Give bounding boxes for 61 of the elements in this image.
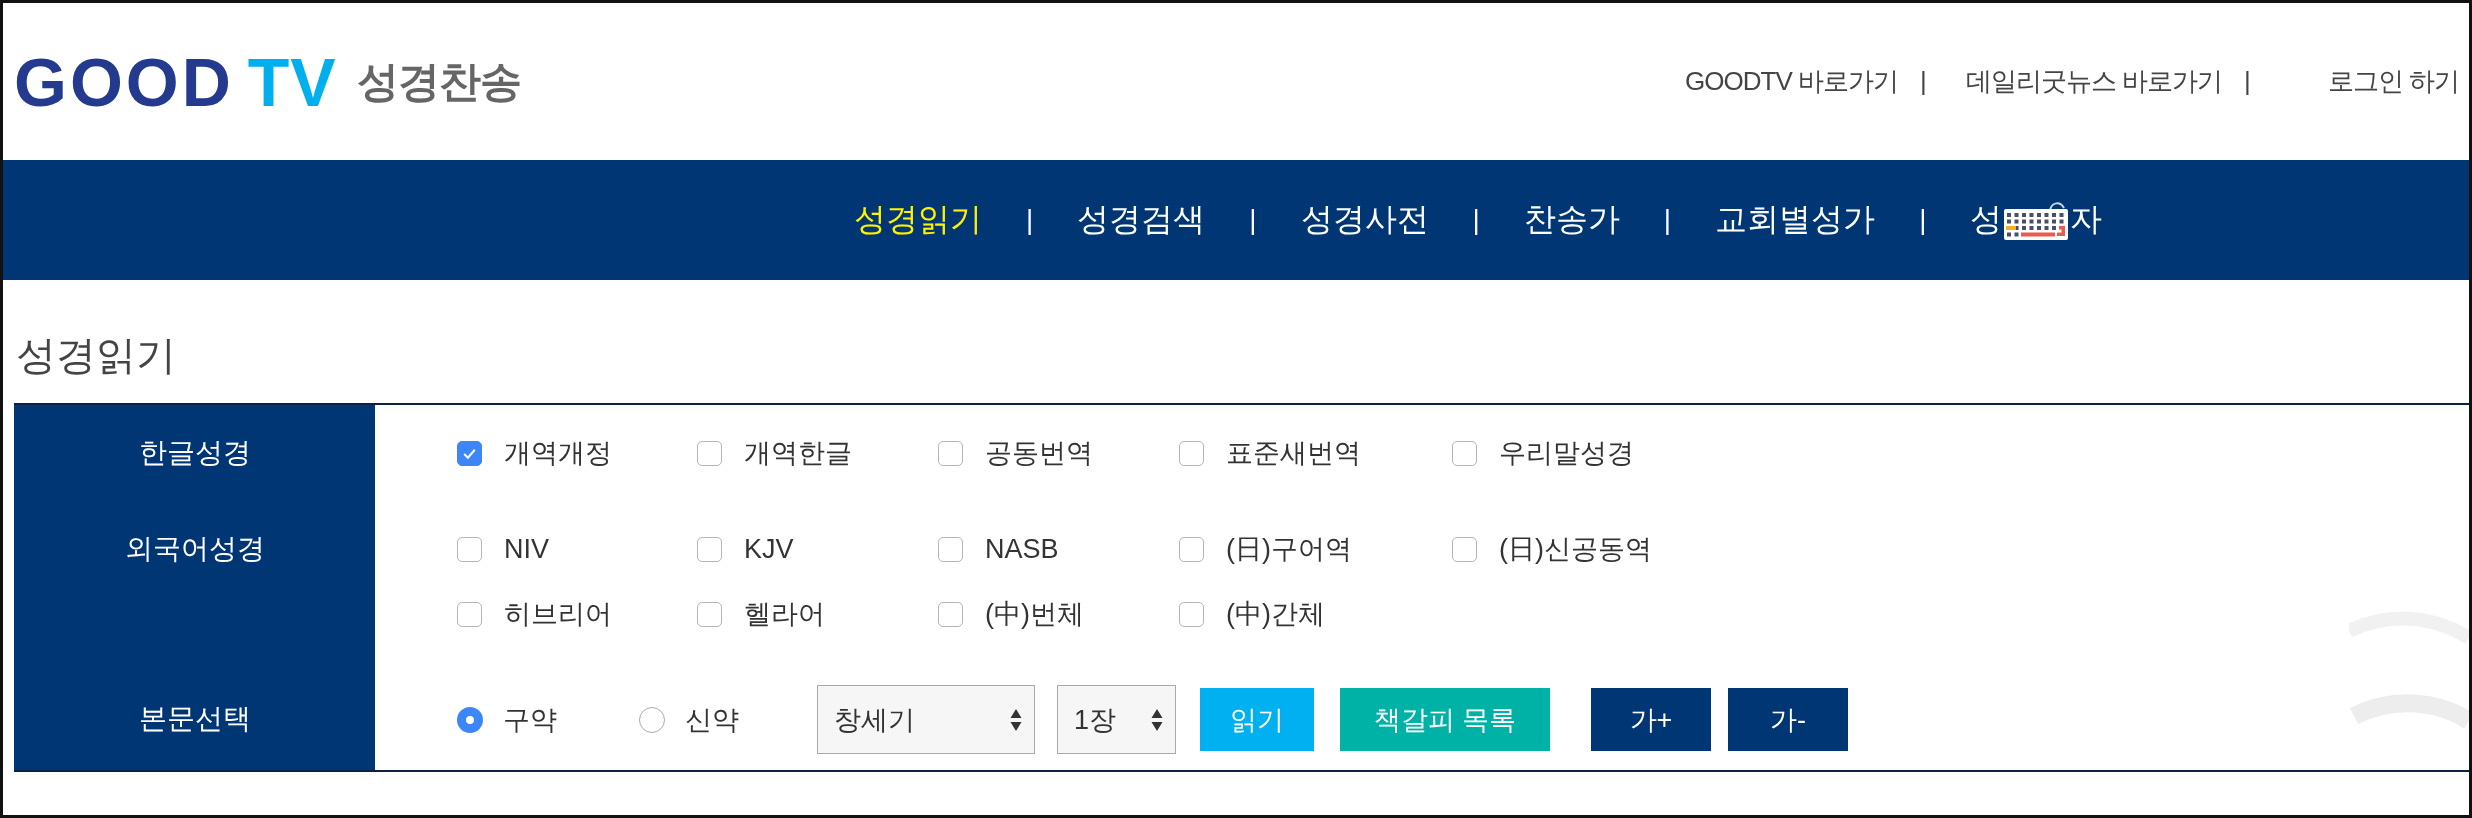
checkbox-label[interactable]: (中)간체 <box>1226 596 1325 632</box>
checkbox-label[interactable]: 헬라어 <box>744 596 825 632</box>
radio-button[interactable] <box>639 706 665 733</box>
nav-link[interactable]: 찬송가 <box>1523 198 1620 242</box>
checkbox[interactable] <box>457 601 482 627</box>
checkbox-label[interactable]: KJV <box>744 533 794 565</box>
checkbox-label[interactable]: NASB <box>985 533 1059 565</box>
header-link[interactable]: 로그인 하기 <box>2327 64 2459 99</box>
row-header: 한글성경 <box>14 405 375 501</box>
keyboard-icon <box>2004 200 2069 240</box>
checkbox[interactable] <box>457 440 482 466</box>
page-title: 성경읽기 <box>15 332 177 379</box>
checkbox[interactable] <box>697 536 722 562</box>
link-divider: | <box>2244 66 2250 97</box>
checkbox-label[interactable]: (中)번체 <box>985 596 1084 632</box>
checkbox-label[interactable]: (日)구어역 <box>1226 531 1352 567</box>
checkbox[interactable] <box>697 440 722 466</box>
checkbox[interactable] <box>697 601 722 627</box>
nav-link[interactable]: 성경읽기 <box>854 198 982 242</box>
checkbox-label[interactable]: 공동번역 <box>985 435 1093 471</box>
header-link[interactable]: GOODTV 바로가기 <box>1685 64 1898 99</box>
updown-arrows-icon <box>1010 707 1022 732</box>
radio-label[interactable]: 구약 <box>503 701 557 738</box>
radio-label[interactable]: 신약 <box>685 701 739 738</box>
nav-divider: | <box>1249 204 1257 236</box>
row-header: 외국어성경 <box>14 501 375 668</box>
dropdown-select[interactable]: 창세기 <box>817 685 1035 754</box>
checkbox-label[interactable]: (日)신공동역 <box>1499 531 1652 567</box>
checkbox-label[interactable]: 표준새번역 <box>1226 435 1361 471</box>
checkbox-label[interactable]: 히브리어 <box>504 596 612 632</box>
header-link[interactable]: 데일리굿뉴스 바로가기 <box>1965 64 2222 99</box>
action-button[interactable]: 가+ <box>1591 688 1711 751</box>
checkbox[interactable] <box>1179 440 1204 466</box>
checkbox[interactable] <box>938 601 963 627</box>
nav-link[interactable]: 성경검색 <box>1077 198 1206 242</box>
action-button[interactable]: 가- <box>1728 688 1848 751</box>
brand-logo[interactable]: GOOD TV <box>14 47 337 116</box>
checkbox[interactable] <box>1179 601 1204 627</box>
row-header: 본문선택 <box>14 668 375 770</box>
dropdown-select[interactable]: 1장 <box>1057 685 1176 754</box>
updown-arrows-icon <box>1151 707 1163 732</box>
radio-button[interactable] <box>457 706 483 733</box>
nav-divider: | <box>1026 204 1034 236</box>
nav-link[interactable]: 성경사전 <box>1300 198 1429 242</box>
checkbox-label[interactable]: 개역한글 <box>744 435 852 471</box>
checkbox[interactable] <box>1452 440 1477 466</box>
checkbox[interactable] <box>938 536 963 562</box>
nav-divider: | <box>1663 204 1672 236</box>
nav-divider: | <box>1919 204 1927 236</box>
nav-link[interactable]: 성 자 <box>1970 198 2103 242</box>
checkbox-label[interactable]: NIV <box>504 533 549 565</box>
nav-link[interactable]: 교회별성가 <box>1715 198 1876 242</box>
checkbox[interactable] <box>1179 536 1204 562</box>
checkbox-label[interactable]: 개역개정 <box>504 435 612 471</box>
site-subtitle: 성경찬송 <box>356 56 521 107</box>
checkbox-label[interactable]: 우리말성경 <box>1499 435 1634 471</box>
checkbox[interactable] <box>1452 536 1477 562</box>
checkbox[interactable] <box>457 536 482 562</box>
link-divider: | <box>1920 66 1926 97</box>
nav-divider: | <box>1472 204 1480 236</box>
checkbox[interactable] <box>938 440 963 466</box>
